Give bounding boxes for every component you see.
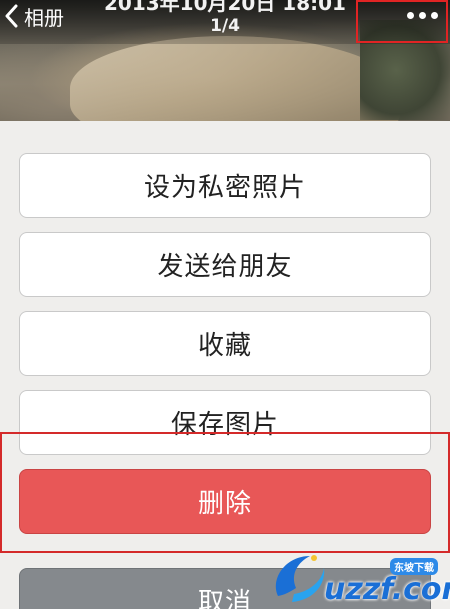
more-dots-icon — [407, 12, 438, 19]
delete-button[interactable]: 删除 — [19, 469, 431, 534]
photo-preview[interactable]: 相册 2013年10月20日 18:01 1/4 — [0, 0, 450, 121]
cancel-button[interactable]: 取消 — [19, 568, 431, 609]
send-to-friend-button[interactable]: 发送给朋友 — [19, 232, 431, 297]
favorite-button[interactable]: 收藏 — [19, 311, 431, 376]
back-label: 相册 — [24, 5, 64, 30]
set-private-photo-button[interactable]: 设为私密照片 — [19, 153, 431, 218]
photo-counter: 1/4 — [210, 16, 240, 36]
more-button[interactable] — [356, 0, 448, 43]
chevron-left-icon — [5, 4, 18, 28]
photo-rock — [70, 36, 400, 121]
photo-viewer-screen: 相册 2013年10月20日 18:01 1/4 设为私密照片 发送给朋友 收藏… — [0, 0, 450, 609]
back-button[interactable]: 相册 — [4, 2, 64, 30]
action-sheet: 设为私密照片 发送给朋友 收藏 保存图片 删除 取消 — [0, 121, 450, 609]
photo-date: 2013年10月20日 18:01 — [104, 0, 346, 15]
save-image-button[interactable]: 保存图片 — [19, 390, 431, 455]
title-block: 2013年10月20日 18:01 1/4 — [100, 0, 350, 38]
nav-bar: 相册 2013年10月20日 18:01 1/4 — [0, 0, 450, 44]
